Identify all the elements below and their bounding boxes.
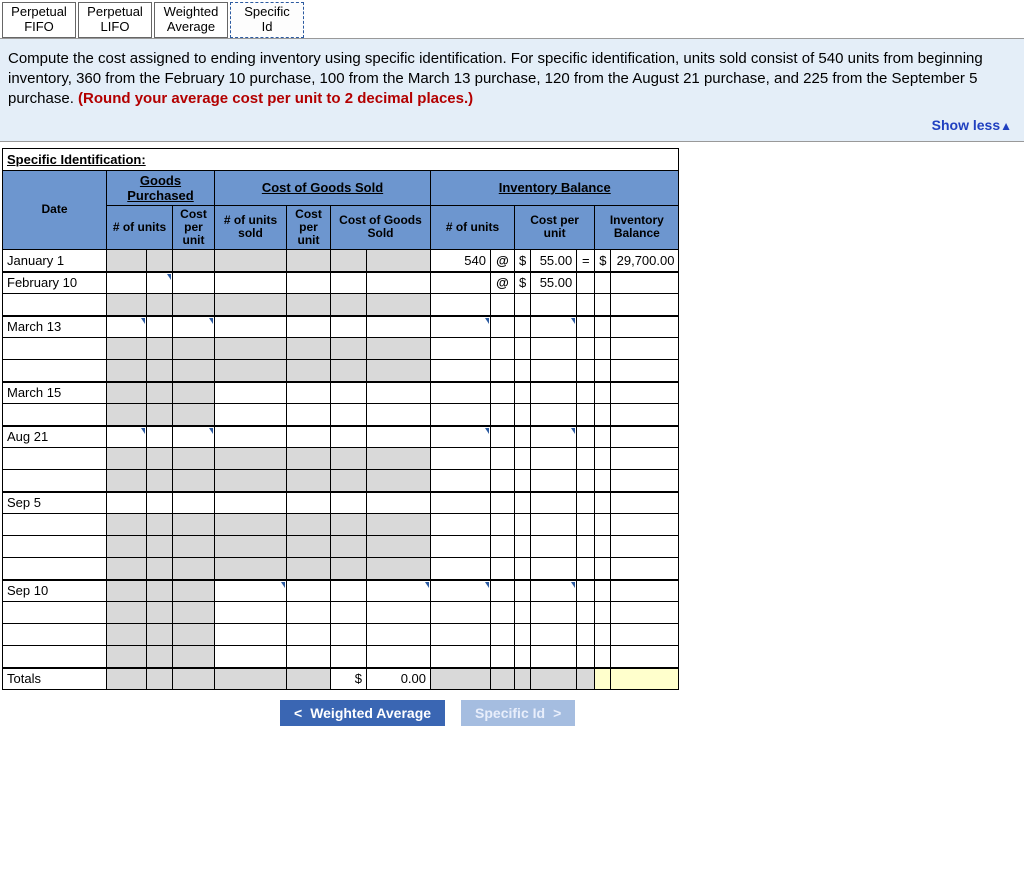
show-less-toggle[interactable]: Show less▲ [8,110,1012,135]
col-ib-cost: Cost per unit [515,205,595,250]
table-row: February 10 @ $ 55.00 [3,272,679,294]
table-row [3,558,679,580]
table-row [3,624,679,646]
tab-perpetual-fifo[interactable]: PerpetualFIFO [2,2,76,38]
footer-nav: < Weighted Average Specific Id > [0,690,1024,726]
table-row [3,470,679,492]
table-row [3,602,679,624]
totals-row: Totals $ 0.00 [3,668,679,690]
tab-weighted-average[interactable]: WeightedAverage [154,2,228,38]
question-emphasis: (Round your average cost per unit to 2 d… [78,90,473,107]
sheet-title: Specific Identification: [3,148,679,170]
prev-tab-button[interactable]: < Weighted Average [280,700,445,726]
col-gp-cost: Cost per unit [173,205,215,250]
table-row: March 15 [3,382,679,404]
table-row [3,338,679,360]
table-row: January 1 540 @ $ 55.00 = $ 29,700.00 [3,250,679,272]
table-row [3,360,679,382]
table-row: March 13 [3,316,679,338]
question-box: Compute the cost assigned to ending inve… [0,38,1024,142]
group-cogs: Cost of Goods Sold [215,170,431,205]
tab-specific-id[interactable]: SpecificId [230,2,304,38]
worksheet-table: Specific Identification: Date Goods Purc… [2,148,679,691]
next-tab-button[interactable]: Specific Id > [461,700,575,726]
tab-perpetual-lifo[interactable]: PerpetualLIFO [78,2,152,38]
table-row [3,514,679,536]
group-goods-purchased: Goods Purchased [107,170,215,205]
col-date: Date [3,170,107,250]
chevron-up-icon: ▲ [1000,119,1012,133]
table-row [3,294,679,316]
group-inventory-balance: Inventory Balance [431,170,679,205]
table-row [3,448,679,470]
table-row: Sep 5 [3,492,679,514]
col-cs-units: # of units sold [215,205,287,250]
chevron-left-icon: < [294,705,302,721]
col-ib-units: # of units [431,205,515,250]
table-row [3,536,679,558]
col-gp-units: # of units [107,205,173,250]
col-cs-total: Cost of Goods Sold [331,205,431,250]
chevron-right-icon: > [553,705,561,721]
tab-row: PerpetualFIFO PerpetualLIFO WeightedAver… [0,0,1024,38]
col-ib-bal: Inventory Balance [595,205,679,250]
table-row [3,646,679,668]
table-row: Aug 21 [3,426,679,448]
table-row [3,404,679,426]
table-row: Sep 10 [3,580,679,602]
col-cs-cost: Cost per unit [287,205,331,250]
